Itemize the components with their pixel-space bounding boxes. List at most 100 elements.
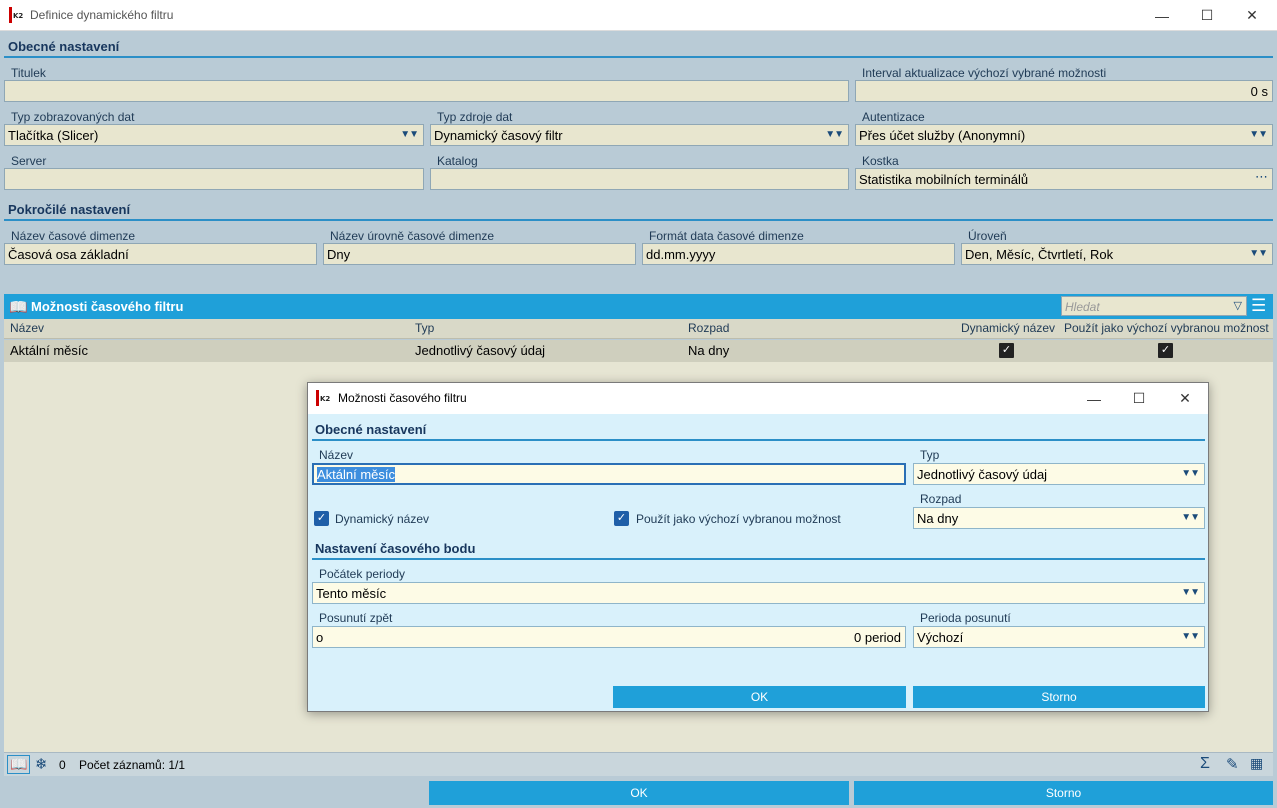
autentizace-label: Autentizace <box>862 110 925 124</box>
chevron-down-icon: ▼▼ <box>1181 512 1200 523</box>
typ-dat-value: Tlačítka (Slicer) <box>8 128 99 143</box>
minimize-icon[interactable]: — <box>1139 0 1185 31</box>
uroven-label: Úroveň <box>968 229 1007 243</box>
kostka-value: Statistika mobilních terminálů <box>859 172 1029 187</box>
status-records: Počet záznamů: 1/1 <box>79 758 186 772</box>
status-count: 0 <box>59 758 66 772</box>
pocatek-select[interactable]: Tento měsíc ▼▼ <box>312 582 1205 604</box>
titulek-field[interactable] <box>4 80 849 102</box>
grid-title: Možnosti časového filtru <box>31 299 184 314</box>
col-rozpad[interactable]: Rozpad <box>688 321 729 335</box>
close-icon[interactable]: ✕ <box>1229 0 1275 31</box>
table-row[interactable]: Aktální měsíc Jednotlivý časový údaj Na … <box>4 340 1273 362</box>
titulek-label: Titulek <box>11 66 46 80</box>
book-icon: 📖 <box>9 299 28 316</box>
grid-settings-icon[interactable]: ▦ <box>1250 755 1263 772</box>
autentizace-select[interactable]: Přes účet služby (Anonymní) ▼▼ <box>855 124 1273 146</box>
typ-zdroje-select[interactable]: Dynamický časový filtr ▼▼ <box>430 124 849 146</box>
col-typ[interactable]: Typ <box>415 321 434 335</box>
typ-dat-label: Typ zobrazovaných dat <box>11 110 135 124</box>
row-typ: Jednotlivý časový údaj <box>415 343 546 358</box>
kostka-field[interactable]: Statistika mobilních terminálů ⋯ <box>855 168 1273 190</box>
grid-search-input[interactable]: Hledat ▽ <box>1061 296 1247 316</box>
server-field[interactable] <box>4 168 424 190</box>
server-label: Server <box>11 154 47 168</box>
status-bar: 📖 ❄ 0 Počet záznamů: 1/1 Σ ✎ ▦ <box>4 752 1273 776</box>
row-nazev: Aktální měsíc <box>10 343 89 358</box>
row-rozpad: Na dny <box>688 343 730 358</box>
sigma-icon[interactable]: Σ <box>1200 755 1210 773</box>
format-label: Formát data časové dimenze <box>649 229 804 243</box>
dialog-nazev-label: Název <box>319 448 354 462</box>
posunuti-input[interactable]: o 0 period <box>312 626 906 648</box>
nazev-dim-field[interactable]: Časová osa základní <box>4 243 317 265</box>
dialog-typ-label: Typ <box>920 448 940 462</box>
dialog-ok-button[interactable]: OK <box>613 686 906 708</box>
uroven-value: Den, Měsíc, Čtvrtletí, Rok <box>965 247 1114 262</box>
ok-button[interactable]: OK <box>429 781 849 805</box>
maximize-icon[interactable]: ☐ <box>1116 383 1162 414</box>
dialog-general-divider <box>312 439 1205 441</box>
typ-zdroje-label: Typ zdroje dat <box>437 110 513 124</box>
interval-field[interactable]: 0 s <box>855 80 1273 102</box>
row-default-checkbox[interactable]: ✓ <box>1158 343 1173 358</box>
chevron-down-icon: ▼▼ <box>825 129 844 140</box>
col-nazev[interactable]: Název <box>10 321 44 335</box>
grid-columns: Název Typ Rozpad Dynamický název Použít … <box>4 319 1273 339</box>
pocatek-label: Počátek periody <box>319 567 406 581</box>
dialog-rozpad-label: Rozpad <box>920 492 962 506</box>
close-icon[interactable]: ✕ <box>1162 383 1208 414</box>
perioda-label: Perioda posunutí <box>920 611 1011 625</box>
use-default-label: Použít jako výchozí vybranou možnost <box>636 512 841 526</box>
format-field[interactable]: dd.mm.yyyy <box>642 243 955 265</box>
chevron-down-icon: ▼▼ <box>1181 468 1200 479</box>
book-icon[interactable]: 📖 <box>7 755 31 774</box>
nazev-urovne-field[interactable]: Dny <box>323 243 636 265</box>
dialog-rozpad-value: Na dny <box>917 511 959 526</box>
dialog-time-divider <box>312 558 1205 560</box>
cancel-button[interactable]: Storno <box>854 781 1273 805</box>
minimize-icon[interactable]: — <box>1071 383 1117 414</box>
grid-header: 📖 Možnosti časového filtru Hledat ▽ ☰ <box>4 294 1273 319</box>
nazev-dim-label: Název časové dimenze <box>11 229 136 243</box>
uroven-select[interactable]: Den, Měsíc, Čtvrtletí, Rok ▼▼ <box>961 243 1273 265</box>
svg-text:K2: K2 <box>13 12 23 20</box>
snowflake-icon[interactable]: ❄ <box>35 755 48 773</box>
chevron-down-icon: ▼▼ <box>1181 587 1200 598</box>
col-dyn[interactable]: Dynamický název <box>961 321 1055 335</box>
posunuti-prefix: o <box>316 630 324 645</box>
dialog-typ-value: Jednotlivý časový údaj <box>917 467 1048 482</box>
perioda-value: Výchozí <box>917 630 964 645</box>
autentizace-value: Přes účet služby (Anonymní) <box>859 128 1026 143</box>
interval-label: Interval aktualizace výchozí vybrané mož… <box>862 66 1107 80</box>
menu-icon[interactable]: ☰ <box>1251 296 1266 316</box>
ellipsis-icon[interactable]: ⋯ <box>1255 169 1268 185</box>
katalog-label: Katalog <box>437 154 478 168</box>
use-default-checkbox[interactable]: ✓ <box>614 511 629 526</box>
typ-dat-select[interactable]: Tlačítka (Slicer) ▼▼ <box>4 124 424 146</box>
col-default[interactable]: Použít jako výchozí vybranou možnost <box>1064 321 1269 335</box>
dialog-nazev-input[interactable]: Aktální měsíc <box>312 463 906 485</box>
app-logo-icon: K2 <box>9 7 25 23</box>
edit-icon[interactable]: ✎ <box>1226 755 1239 773</box>
katalog-field[interactable] <box>430 168 849 190</box>
interval-value: 0 s <box>1250 84 1268 99</box>
dialog-general-heading: Obecné nastavení <box>315 422 427 437</box>
window-title: Definice dynamického filtru <box>30 8 174 22</box>
advanced-divider <box>4 219 1273 221</box>
perioda-select[interactable]: Výchozí ▼▼ <box>913 626 1205 648</box>
row-dyn-checkbox[interactable]: ✓ <box>999 343 1014 358</box>
kostka-label: Kostka <box>862 154 899 168</box>
app-logo-icon: K2 <box>316 390 332 406</box>
dialog-rozpad-select[interactable]: Na dny ▼▼ <box>913 507 1205 529</box>
nazev-urovne-label: Název úrovně časové dimenze <box>330 229 495 243</box>
filter-icon[interactable]: ▽ <box>1234 299 1242 312</box>
dialog-typ-select[interactable]: Jednotlivý časový údaj ▼▼ <box>913 463 1205 485</box>
search-placeholder: Hledat <box>1065 300 1100 314</box>
dialog-nazev-value: Aktální měsíc <box>317 467 396 482</box>
general-heading: Obecné nastavení <box>8 39 120 54</box>
dyn-name-checkbox[interactable]: ✓ <box>314 511 329 526</box>
dialog-titlebar: K2 Možnosti časového filtru — ☐ ✕ <box>308 383 1208 414</box>
dialog-cancel-button[interactable]: Storno <box>913 686 1205 708</box>
maximize-icon[interactable]: ☐ <box>1184 0 1230 31</box>
